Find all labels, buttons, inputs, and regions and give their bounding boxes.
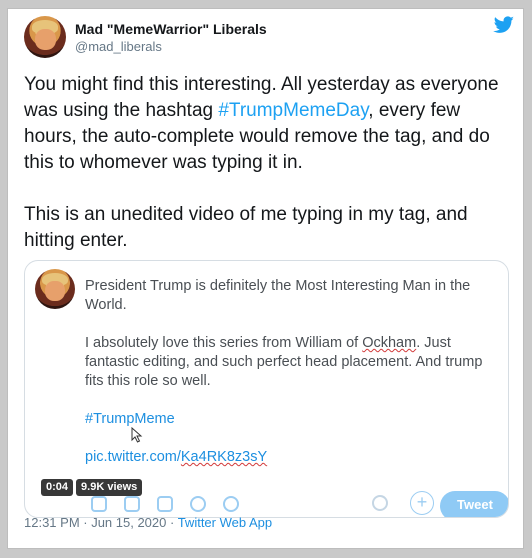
twitter-bird-icon[interactable] xyxy=(493,16,515,34)
author-handle[interactable]: @mad_liberals xyxy=(75,39,162,54)
embedded-video[interactable]: President Trump is definitely the Most I… xyxy=(24,260,509,518)
video-time-badge: 0:04 xyxy=(41,479,74,496)
video-views-badge: 9.9K views xyxy=(76,479,143,496)
poll-icon xyxy=(157,496,173,512)
gif-icon xyxy=(124,496,140,512)
compose-text-part: I absolutely love this series from Willi… xyxy=(85,335,363,351)
author-avatar[interactable] xyxy=(24,16,66,58)
tweet-card: Mad "MemeWarrior" Liberals @mad_liberals… xyxy=(7,8,524,549)
compose-link: pic.twitter.com/Ka4RK8z3sY xyxy=(85,449,268,465)
image-icon xyxy=(91,496,107,512)
misspelled-word: Ockham xyxy=(362,335,417,351)
compose-tweet-button: Tweet xyxy=(440,491,508,517)
compose-paragraph-1: President Trump is definitely the Most I… xyxy=(85,278,471,313)
cursor-icon xyxy=(131,427,143,443)
add-tweet-icon: + xyxy=(410,491,434,515)
compose-text: President Trump is definitely the Most I… xyxy=(85,277,495,467)
character-progress-ring xyxy=(372,495,388,511)
tweet-timestamp-link[interactable]: 12:31 PM · Jun 15, 2020 · xyxy=(24,515,178,530)
compose-hashtag: #TrumpMeme xyxy=(85,411,175,427)
tweet-text: You might find this interesting. All yes… xyxy=(24,72,516,254)
tweet-hashtag-link[interactable]: #TrumpMemeDay xyxy=(218,100,368,121)
compose-avatar xyxy=(35,269,75,309)
emoji-icon xyxy=(190,496,206,512)
video-overlay: 0:04 9.9K views xyxy=(41,479,143,496)
compose-toolbar xyxy=(91,496,239,512)
schedule-icon xyxy=(223,496,239,512)
tweet-paragraph-2: This is an unedited video of me typing i… xyxy=(24,204,468,251)
tweet-source-link[interactable]: Twitter Web App xyxy=(178,515,272,530)
author-display-name[interactable]: Mad "MemeWarrior" Liberals xyxy=(75,21,267,37)
tweet-footer: 12:31 PM · Jun 15, 2020 · Twitter Web Ap… xyxy=(24,515,272,530)
